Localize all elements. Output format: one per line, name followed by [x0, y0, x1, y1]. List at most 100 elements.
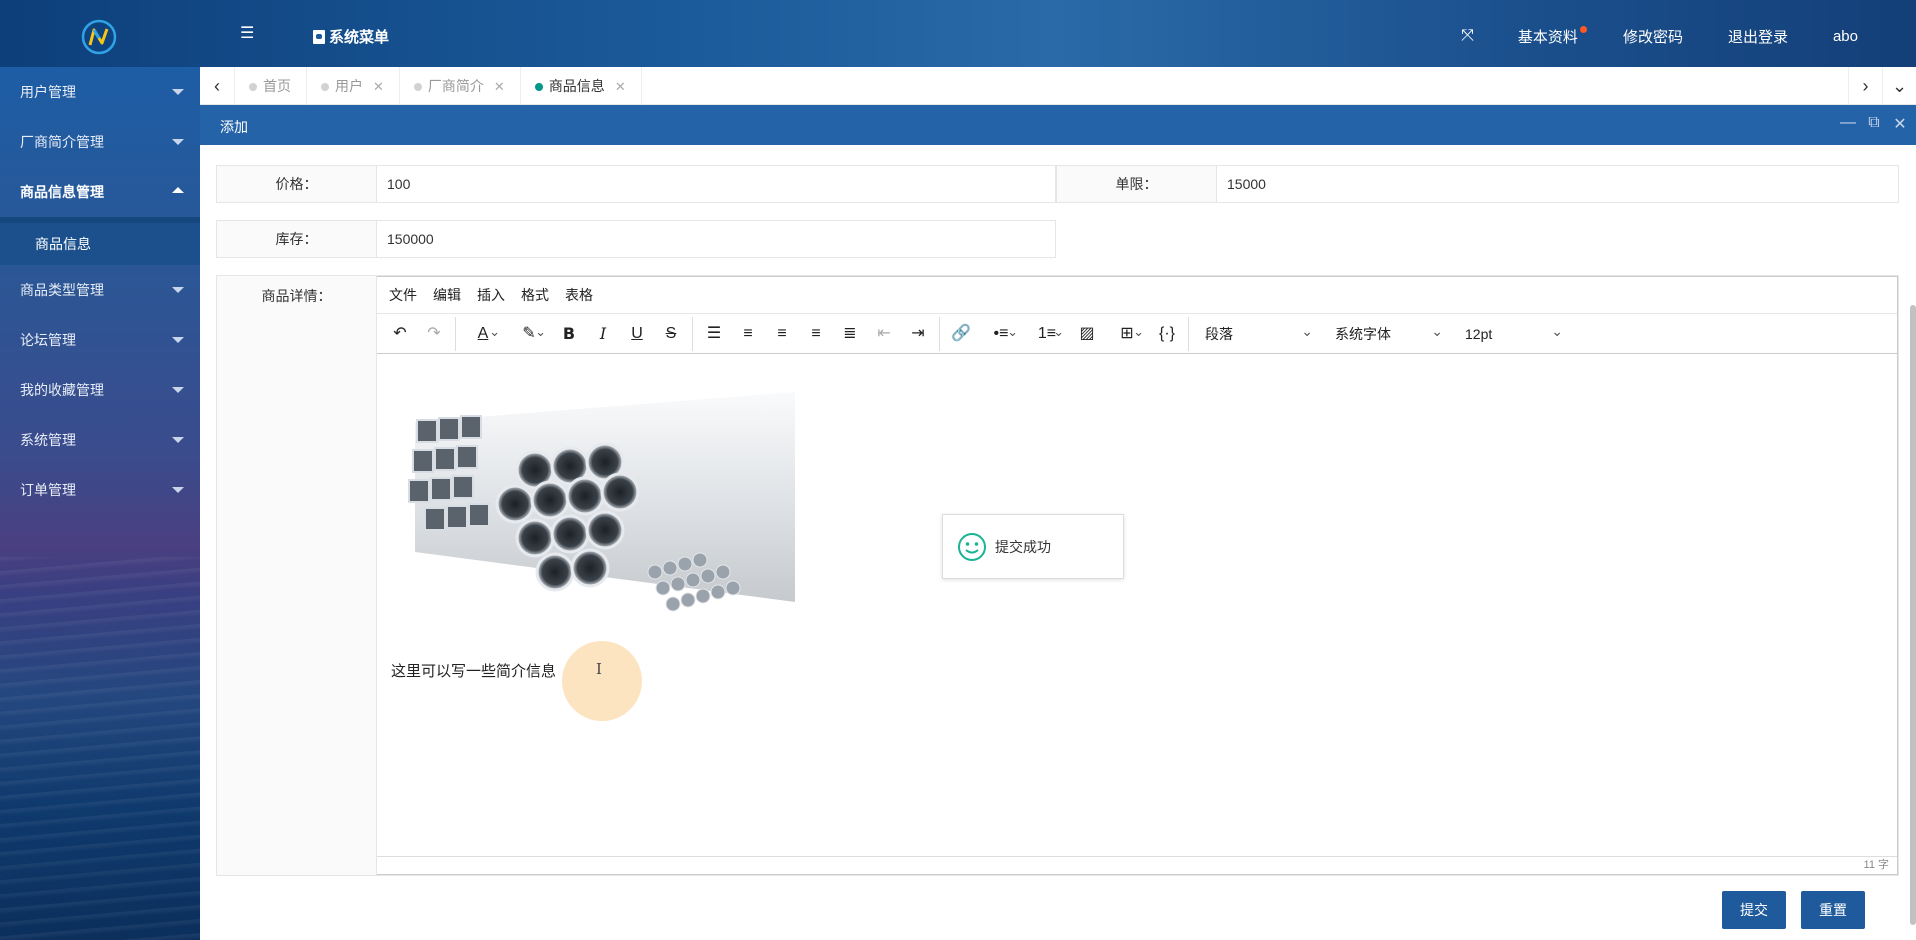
close-icon[interactable]: ✕: [373, 79, 384, 94]
menu-format[interactable]: 格式: [521, 285, 549, 305]
strikethrough-icon[interactable]: S: [654, 319, 688, 349]
reset-button[interactable]: 重置: [1801, 891, 1865, 929]
system-menu[interactable]: 系统菜单: [313, 26, 389, 47]
username[interactable]: abo: [1833, 28, 1858, 45]
redo-icon[interactable]: ↷: [417, 319, 451, 349]
toast-message: 提交成功: [995, 538, 1051, 555]
sidebar-item-system-management[interactable]: 系统管理: [0, 415, 200, 465]
line-height-icon[interactable]: ☰: [697, 319, 731, 349]
detail-label: 商品详情：: [217, 276, 377, 875]
sidebar: 用户管理 厂商简介管理 商品信息管理 商品信息 商品类型管理 论坛管理 我的收藏…: [0, 67, 200, 940]
align-right-icon[interactable]: ≡: [799, 319, 833, 349]
profile-link[interactable]: 基本资料: [1518, 25, 1587, 47]
price-label: 价格：: [217, 166, 377, 202]
stock-input[interactable]: 150000: [377, 221, 1055, 257]
dialog-title: 添加: [220, 119, 248, 135]
outdent-icon[interactable]: ⇤: [867, 319, 901, 349]
menu-edit[interactable]: 编辑: [433, 285, 461, 305]
align-left-icon[interactable]: ≡: [731, 319, 765, 349]
text-color-icon[interactable]: A: [460, 317, 506, 349]
fullscreen-icon[interactable]: ⤧: [1461, 27, 1474, 45]
limit-label: 单限：: [1057, 166, 1217, 202]
limit-row: 单限： 15000: [1056, 165, 1899, 203]
indent-icon[interactable]: ⇥: [901, 319, 935, 349]
tab-list: 首页 用户 ✕ 厂商简介 ✕ 商品信息 ✕: [234, 67, 642, 105]
submit-button[interactable]: 提交: [1722, 891, 1786, 929]
tab-bar: ‹ 首页 用户 ✕ 厂商简介 ✕ 商品信息 ✕ › ⌄: [200, 67, 1916, 105]
italic-icon[interactable]: I: [586, 319, 620, 349]
chevron-down-icon: [172, 487, 184, 493]
editor-menubar: 文件 编辑 插入 格式 表格: [377, 277, 1897, 314]
sidebar-subitem-product-info[interactable]: 商品信息: [0, 217, 200, 265]
menu-insert[interactable]: 插入: [477, 285, 505, 305]
editor-toolbar: ↶ ↷ A ✎ B I U S ☰ ≡ ≡ ≡ ≣ ⇤ ⇥ 🔗 •≡ 1: [377, 314, 1897, 354]
undo-icon[interactable]: ↶: [383, 319, 417, 349]
paragraph-select[interactable]: 段落: [1193, 316, 1323, 349]
sidebar-item-vendor-management[interactable]: 厂商简介管理: [0, 117, 200, 167]
menu-table[interactable]: 表格: [565, 285, 593, 305]
bullet-list-icon[interactable]: •≡: [978, 317, 1024, 349]
chevron-down-icon: [172, 287, 184, 293]
tabs-scroll-left-icon[interactable]: ‹: [200, 67, 234, 105]
toolbar-divider: [455, 316, 456, 351]
chevron-down-icon: [172, 337, 184, 343]
tabs-scroll-right-icon[interactable]: ›: [1848, 67, 1882, 105]
bold-icon[interactable]: B: [552, 319, 586, 349]
sidebar-item-user-management[interactable]: 用户管理: [0, 67, 200, 117]
editor-content[interactable]: 提交成功 这里可以写一些简介信息 I: [377, 355, 1897, 856]
word-count: 11 字: [377, 856, 1897, 874]
align-center-icon[interactable]: ≡: [765, 319, 799, 349]
text-cursor-icon: I: [596, 660, 602, 678]
document-icon: [313, 29, 325, 44]
sidebar-item-product-type-management[interactable]: 商品类型管理: [0, 265, 200, 315]
notification-dot: [1579, 25, 1587, 33]
logo-icon: [81, 19, 117, 55]
steel-pipes-image: [408, 392, 795, 612]
font-size-select[interactable]: 12pt: [1453, 316, 1573, 349]
chevron-down-icon: [172, 387, 184, 393]
dialog-body: 价格： 100 单限： 15000 库存： 150000 商品详情： 文件 编辑…: [200, 145, 1916, 940]
chevron-up-icon: [172, 187, 184, 193]
highlight-color-icon[interactable]: ✎: [506, 317, 552, 349]
link-icon[interactable]: 🔗: [944, 319, 978, 349]
click-highlight: [562, 641, 642, 721]
change-password-link[interactable]: 修改密码: [1623, 26, 1683, 47]
minimize-icon[interactable]: —: [1840, 114, 1856, 134]
tab-product-info[interactable]: 商品信息 ✕: [521, 67, 642, 105]
tab-user[interactable]: 用户 ✕: [307, 67, 400, 105]
limit-input[interactable]: 15000: [1217, 166, 1898, 202]
menu-toggle-icon[interactable]: ☰: [240, 26, 258, 42]
tab-vendor[interactable]: 厂商简介 ✕: [400, 67, 521, 105]
align-justify-icon[interactable]: ≣: [833, 319, 867, 349]
price-input[interactable]: 100: [377, 166, 1055, 202]
maximize-icon[interactable]: ⧉: [1866, 114, 1882, 134]
sidebar-item-favorites-management[interactable]: 我的收藏管理: [0, 365, 200, 415]
detail-row: 商品详情： 文件 编辑 插入 格式 表格 ↶ ↷ A ✎ B I U S ☰: [216, 275, 1899, 876]
image-icon[interactable]: ▨: [1070, 319, 1104, 349]
price-row: 价格： 100: [216, 165, 1056, 203]
stock-row: 库存： 150000: [216, 220, 1056, 258]
scrollbar[interactable]: [1910, 305, 1916, 925]
tab-home[interactable]: 首页: [235, 67, 307, 105]
chevron-down-icon: [172, 437, 184, 443]
close-icon[interactable]: ✕: [1892, 114, 1908, 134]
toolbar-divider: [692, 316, 693, 351]
sidebar-item-forum-management[interactable]: 论坛管理: [0, 315, 200, 365]
font-family-select[interactable]: 系统字体: [1323, 316, 1453, 349]
stock-label: 库存：: [217, 221, 377, 257]
editor-text: 这里可以写一些简介信息: [391, 663, 557, 680]
table-icon[interactable]: ⊞: [1104, 317, 1150, 349]
close-icon[interactable]: ✕: [494, 79, 505, 94]
menu-file[interactable]: 文件: [389, 285, 417, 305]
sidebar-item-order-management[interactable]: 订单管理: [0, 465, 200, 515]
underline-icon[interactable]: U: [620, 319, 654, 349]
tabs-menu-chevron-down-icon[interactable]: ⌄: [1882, 67, 1916, 105]
smile-icon: [958, 532, 986, 561]
rich-text-editor: 文件 编辑 插入 格式 表格 ↶ ↷ A ✎ B I U S ☰ ≡ ≡ ≡: [377, 276, 1898, 875]
logout-link[interactable]: 退出登录: [1728, 26, 1788, 47]
top-header: ☰ 系统菜单 ⤧ 基本资料 修改密码 退出登录 abo: [0, 0, 1916, 67]
numbered-list-icon[interactable]: 1≡: [1024, 317, 1070, 349]
close-icon[interactable]: ✕: [615, 79, 626, 94]
sidebar-item-product-management[interactable]: 商品信息管理: [0, 167, 200, 217]
code-icon[interactable]: {·}: [1150, 319, 1184, 349]
